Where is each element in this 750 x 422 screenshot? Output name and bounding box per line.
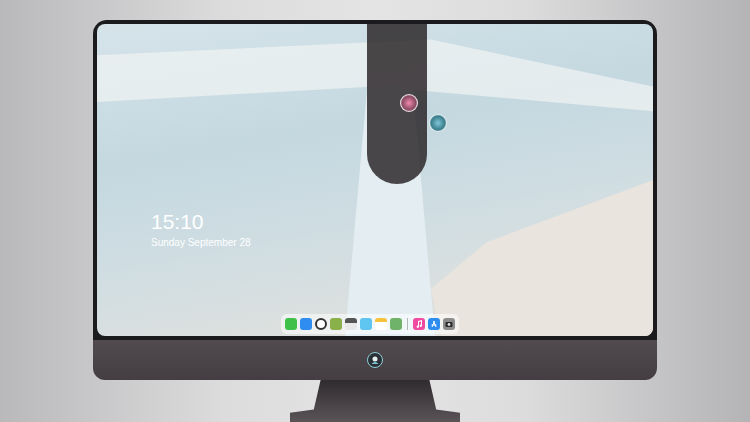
clock-app-icon[interactable]: [315, 318, 327, 330]
notes-icon[interactable]: [375, 318, 387, 330]
clock-date: Sunday September 28: [151, 237, 251, 249]
maps-icon[interactable]: [330, 318, 342, 330]
brand-logo-icon: [367, 352, 383, 368]
monitor-stand: [290, 380, 460, 422]
monitor-chin: [93, 340, 657, 380]
clapper-icon[interactable]: [345, 318, 357, 330]
bubble-widget-icon[interactable]: [429, 114, 447, 132]
monitor: 15:10 Sunday September 28: [0, 0, 750, 422]
app-store-icon[interactable]: [428, 318, 440, 330]
music-icon[interactable]: [413, 318, 425, 330]
weather-icon[interactable]: [360, 318, 372, 330]
bubble-widget-icon[interactable]: [400, 94, 418, 112]
monitor-bezel: 15:10 Sunday September 28: [93, 20, 657, 340]
photos-icon[interactable]: [390, 318, 402, 330]
photo-hair: [367, 24, 427, 184]
dock-divider: [407, 318, 408, 330]
camera-icon[interactable]: [443, 318, 455, 330]
wallpaper-photo: 15:10 Sunday September 28: [97, 24, 653, 336]
dock: [281, 314, 459, 334]
lock-clock: 15:10 Sunday September 28: [151, 210, 251, 249]
clock-time: 15:10: [151, 210, 251, 234]
finder-icon[interactable]: [300, 318, 312, 330]
messages-icon[interactable]: [285, 318, 297, 330]
